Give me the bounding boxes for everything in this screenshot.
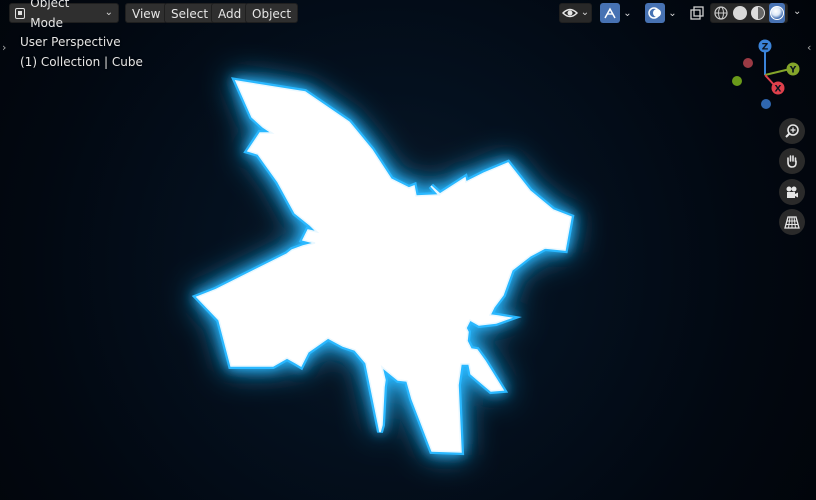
y-axis-label: Y [789,66,797,76]
menu-object[interactable]: Object [245,3,299,23]
overlay-toggle-button[interactable] [645,3,666,23]
neg-y-axis-handle[interactable] [732,76,742,86]
hand-icon [787,155,797,168]
rendered-sphere-icon [769,6,784,20]
gizmo-toggle-button[interactable] [600,3,621,23]
glowing-mesh-object[interactable] [0,0,816,500]
shading-mode-group [710,3,788,23]
perspective-grid-icon [784,216,800,229]
menu-add[interactable]: Add [211,3,249,23]
zoom-button[interactable] [779,118,805,144]
neg-x-axis-handle[interactable] [743,58,753,68]
menu-select[interactable]: Select [164,3,216,23]
visibility-dropdown[interactable]: ⌄ [559,3,592,23]
x-axis-label: X [775,85,782,95]
gizmo-toggle-group: ⌄ [596,3,636,23]
overlay-toggle-group: ⌄ [641,3,681,23]
menu-view[interactable]: View [125,3,168,23]
viewport-header: Object Mode ⌄ View Select Add Object ⌄ ⌄ [0,0,816,30]
camera-view-button[interactable] [779,179,805,205]
chevron-down-icon: ⌄ [580,7,590,18]
object-mode-dropdown[interactable]: Object Mode ⌄ [9,0,119,30]
rendered-shading-button[interactable] [768,3,785,23]
camera-icon [786,186,798,198]
object-mode-icon [15,7,26,19]
toggle-perspective-button[interactable] [779,209,805,235]
z-axis-label: Z [762,43,769,53]
chevron-down-icon[interactable]: ⌄ [668,8,676,19]
eye-icon [561,8,578,18]
overlay-icon [648,7,662,19]
xray-toggle-button[interactable] [687,3,707,23]
chevron-down-icon[interactable]: ⌄ [623,8,631,19]
zoom-icon [785,124,799,138]
active-object-label: (1) Collection | Cube [20,55,143,69]
solid-shading-button[interactable] [732,3,749,23]
gizmo-icon [604,7,616,19]
material-shading-button[interactable] [750,3,767,23]
chevron-down-icon: ⌄ [104,7,113,18]
material-sphere-icon [751,6,766,20]
wireframe-shading-button[interactable] [713,3,730,23]
xray-icon [690,6,704,20]
shading-options-chevron-icon[interactable]: ⌄ [793,6,801,17]
pan-button[interactable] [779,148,805,174]
wireframe-sphere-icon [714,6,728,20]
navigation-gizmo[interactable]: Z Y X [726,34,808,116]
toolbar-expand-arrow-icon[interactable]: › [2,41,6,54]
3d-viewport[interactable]: Object Mode ⌄ View Select Add Object ⌄ ⌄ [0,0,816,500]
object-mode-label: Object Mode [30,0,70,30]
solid-sphere-icon [732,6,747,20]
view-perspective-label: User Perspective [20,35,121,49]
neg-z-axis-handle[interactable] [761,99,771,109]
